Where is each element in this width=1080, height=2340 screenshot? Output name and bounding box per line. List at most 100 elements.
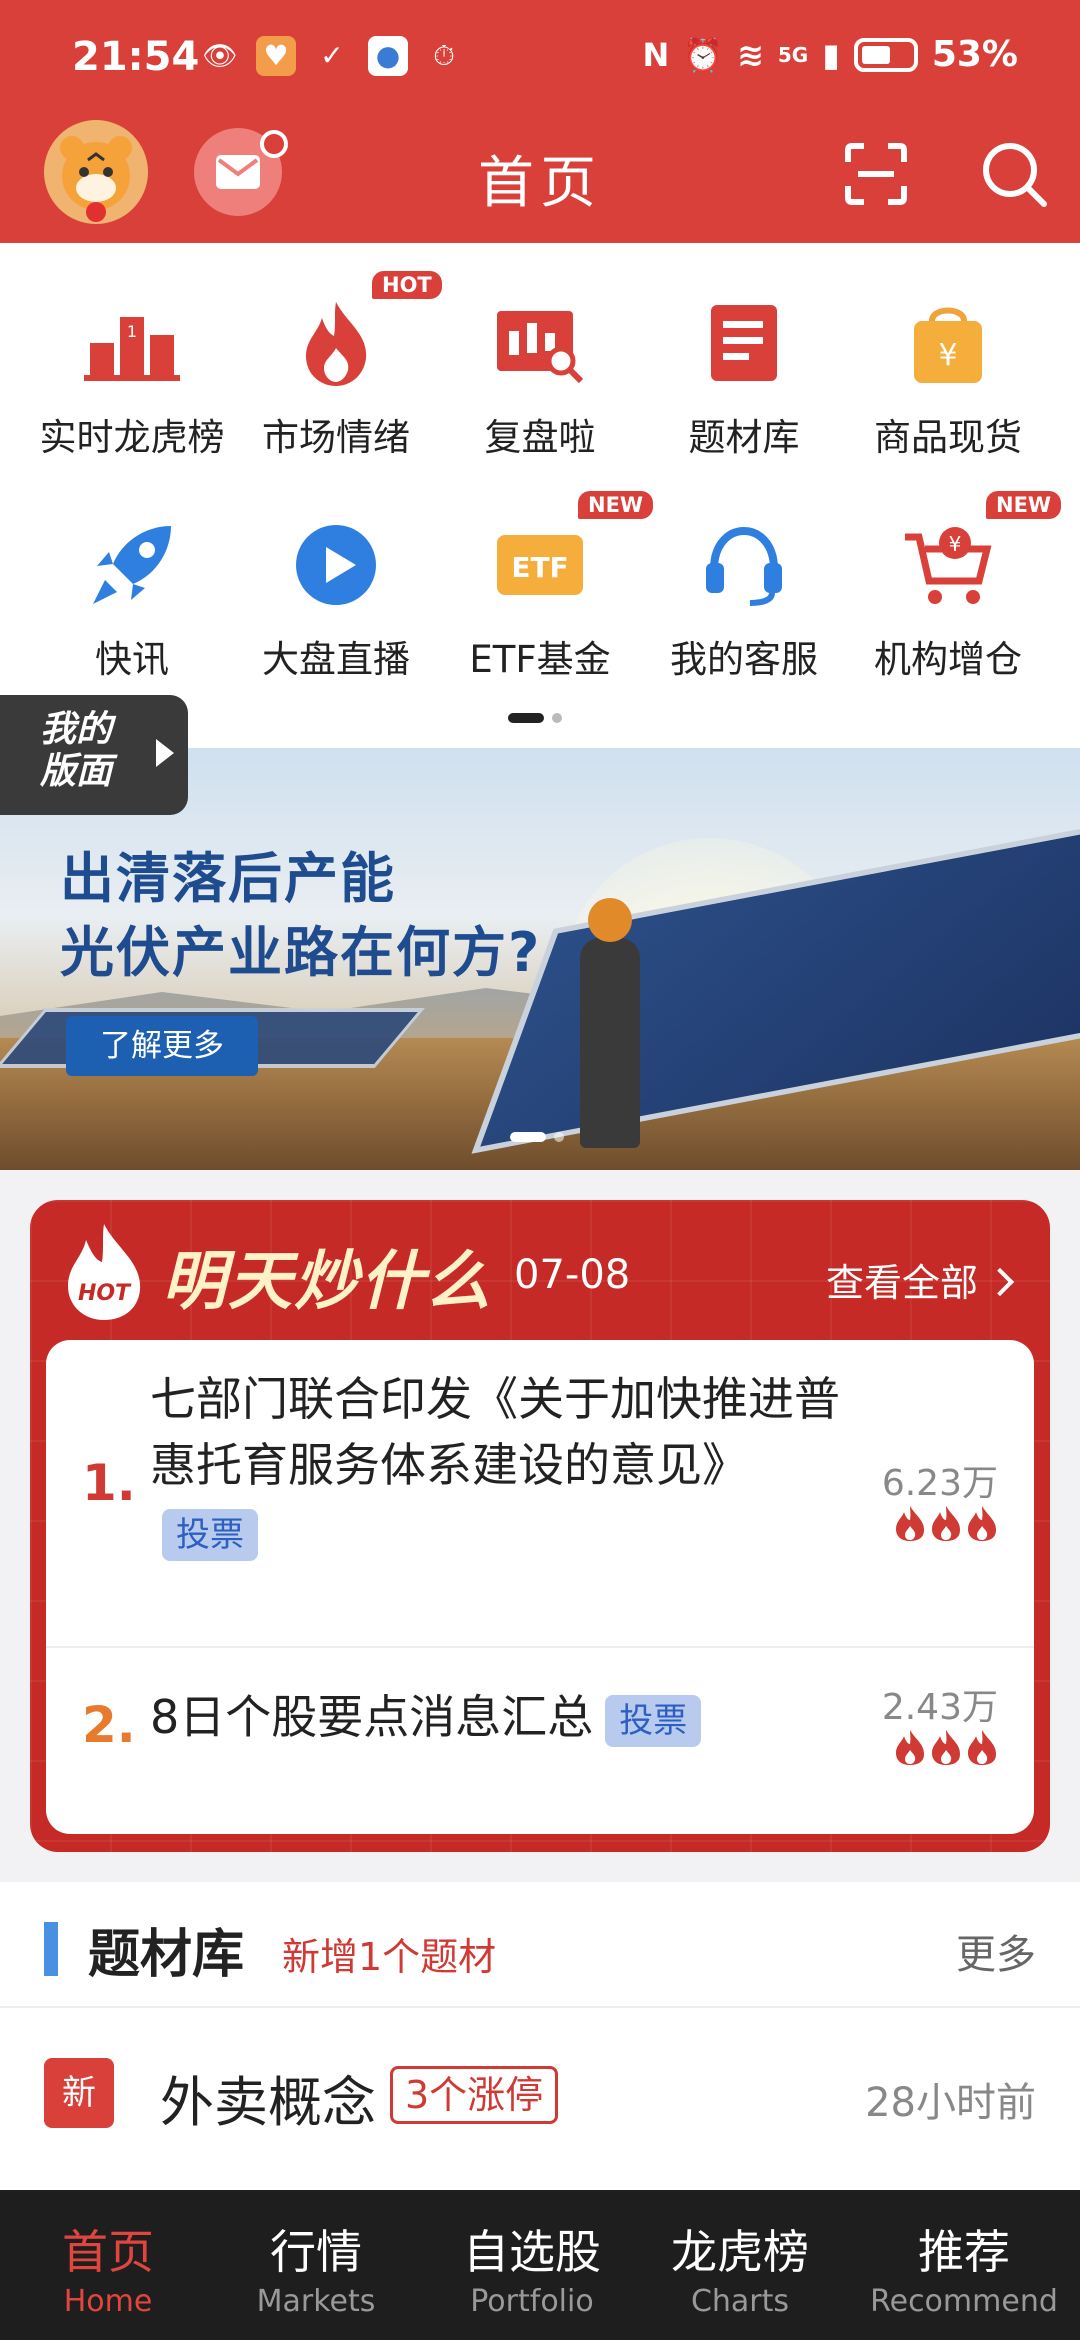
arrow-right-icon — [156, 739, 174, 767]
my-layout-button[interactable]: 我的 版面 — [0, 695, 188, 815]
topic-row[interactable]: 新 外卖概念 3个涨停 28小时前 — [0, 2032, 1080, 2152]
more-link[interactable]: 更多 — [956, 1922, 1036, 1980]
rocket-icon — [82, 515, 182, 615]
document-icon — [694, 293, 794, 393]
learn-more-button[interactable]: 了解更多 — [66, 1016, 258, 1076]
vote-tag[interactable]: 投票 — [162, 1508, 258, 1561]
new-badge-etf: NEW — [578, 491, 654, 519]
grid-label: 大盘直播 — [262, 638, 410, 681]
nav-portfolio[interactable]: 自选股 Portfolio — [424, 2216, 640, 2319]
grid-item-etf-fund[interactable]: ETF ETF基金 — [432, 515, 648, 683]
system-icons: N ⏰ ≋ 5G ▮ 53% — [642, 34, 1018, 75]
limit-up-tag: 3个涨停 — [390, 2066, 559, 2124]
hot-list-item[interactable]: 1. 七部门联合印发《关于加快推进普惠托育服务体系建设的意见》投票 6.23万 — [46, 1340, 1034, 1646]
grid-item-commodity-spot[interactable]: ¥ 商品现货 — [840, 293, 1056, 461]
scan-icon[interactable] — [844, 142, 908, 206]
topic-time: 28小时前 — [865, 2080, 1036, 2126]
nfc-icon: N — [642, 35, 670, 74]
svg-text:¥: ¥ — [949, 532, 962, 556]
grid-label: 快讯 — [95, 638, 169, 681]
etf-icon: ETF — [490, 515, 590, 615]
grid-item-institution-increase[interactable]: ¥ 机构增仓 — [840, 515, 1056, 683]
banner-headline: 出清落后产能 光伏产业路在何方? — [60, 847, 542, 984]
app-globe-icon: ● — [368, 36, 408, 76]
svg-text:ETF: ETF — [511, 551, 568, 584]
headset-icon — [694, 515, 794, 615]
new-badge: 新 — [44, 2058, 114, 2128]
vote-tag[interactable]: 投票 — [605, 1694, 702, 1747]
grid-item-market-sentiment[interactable]: 市场情绪 — [228, 293, 444, 461]
topic-name: 外卖概念 — [160, 2071, 376, 2134]
svg-text:¥: ¥ — [938, 338, 957, 373]
hot-count: 2.43万 — [881, 1687, 998, 1728]
grid-item-customer-service[interactable]: 我的客服 — [636, 515, 852, 683]
grid-item-review[interactable]: 复盘啦 — [432, 293, 648, 461]
grid-label: ETF基金 — [469, 638, 611, 681]
svg-text:1: 1 — [127, 322, 137, 341]
grid-item-realtime-dragon-tiger[interactable]: 1 实时龙虎榜 — [24, 293, 240, 461]
grid-item-market-live[interactable]: 大盘直播 — [228, 515, 444, 683]
fire-icon — [896, 1730, 924, 1765]
rank-number: 1. — [82, 1454, 136, 1512]
fire-icon — [896, 1506, 924, 1541]
grid-label: 题材库 — [688, 416, 800, 459]
rank-number: 2. — [82, 1696, 136, 1754]
bottom-nav: 首页 Home 行情 Markets 自选股 Portfolio 龙虎榜 Cha… — [0, 2190, 1080, 2340]
section-title: 题材库 — [88, 1925, 245, 1985]
nav-recommend[interactable]: 推荐 Recommend — [856, 2216, 1072, 2319]
new-topic-note: 新增1个题材 — [282, 1935, 497, 1979]
hot-badge: HOT — [372, 271, 442, 299]
nav-markets[interactable]: 行情 Markets — [208, 2216, 424, 2319]
fire-icon — [932, 1730, 960, 1765]
app-header: 首页 — [0, 120, 1080, 243]
quick-access-grid: 1 实时龙虎榜 市场情绪 复盘啦 题材库 ¥ 商品现货 快讯 大盘直播 ETF … — [0, 243, 1080, 748]
network-label: 5G — [777, 42, 809, 67]
grid-item-topic-library[interactable]: 题材库 — [636, 293, 852, 461]
hot-card-title: 明天炒什么 — [162, 1245, 492, 1319]
signal-icon: ▮ — [822, 35, 840, 74]
svg-text:HOT: HOT — [78, 1281, 132, 1306]
hot-item-text: 8日个股要点消息汇总 投票 — [150, 1684, 840, 1750]
grid-item-flash-news[interactable]: 快讯 — [24, 515, 240, 683]
tomorrow-hot-card: HOT 明天炒什么 07-08 查看全部 1. 七部门联合印发《关于加快推进普惠… — [30, 1200, 1050, 1852]
alarm-icon: ⏰ — [683, 35, 724, 74]
grid-label: 市场情绪 — [262, 416, 410, 459]
hot-count: 6.23万 — [881, 1463, 998, 1504]
nav-charts[interactable]: 龙虎榜 Charts — [632, 2216, 848, 2319]
shopping-bag-icon: ¥ — [898, 293, 998, 393]
hot-item-text: 七部门联合印发《关于加快推进普惠托育服务体系建设的意见》投票 — [150, 1366, 840, 1564]
candlestick-search-icon — [490, 293, 590, 393]
grid-label: 实时龙虎榜 — [39, 416, 225, 459]
fire-icon — [968, 1730, 996, 1765]
app-timer-icon: ⏱ — [433, 39, 455, 72]
hot-list-item[interactable]: 2. 8日个股要点消息汇总 投票 2.43万 — [46, 1648, 1034, 1834]
cart-icon: ¥ — [898, 515, 998, 615]
grid-page-indicator — [508, 713, 562, 723]
top-bar: 21:54 👁 ♥ ✓ ● ⏱ N ⏰ ≋ 5G ▮ 53% 首页 — [0, 0, 1080, 243]
flame-icon — [286, 293, 386, 393]
view-all-link[interactable]: 查看全部 — [826, 1252, 1015, 1307]
hot-list: 1. 七部门联合印发《关于加快推进普惠托育服务体系建设的意见》投票 6.23万 … — [46, 1340, 1034, 1834]
worker-image — [580, 898, 640, 1148]
eye-icon: 👁 — [202, 39, 238, 72]
app-check-icon: ✓ — [320, 39, 344, 72]
battery-level: 53% — [931, 34, 1018, 75]
notification-icons: 👁 ♥ ✓ ● ⏱ — [200, 36, 464, 76]
page-title: 首页 — [478, 151, 602, 216]
podium-icon: 1 — [82, 293, 182, 393]
banner-page-indicator — [510, 1132, 564, 1142]
battery-icon — [853, 37, 918, 72]
search-icon[interactable] — [978, 138, 1050, 210]
hot-card-date: 07-08 — [514, 1252, 631, 1298]
fire-icon — [932, 1506, 960, 1541]
chevron-right-icon — [985, 1267, 1015, 1297]
nav-home[interactable]: 首页 Home — [0, 2216, 216, 2319]
play-icon — [286, 515, 386, 615]
app-heart-icon: ♥ — [256, 36, 296, 76]
wifi-icon: ≋ — [737, 35, 764, 74]
hot-flame-icon: HOT — [68, 1224, 141, 1320]
grid-label: 商品现货 — [874, 416, 1022, 459]
hot-card-header: HOT 明天炒什么 07-08 查看全部 — [30, 1200, 1050, 1340]
grid-label: 我的客服 — [670, 638, 818, 681]
new-badge-institution: NEW — [986, 491, 1062, 519]
